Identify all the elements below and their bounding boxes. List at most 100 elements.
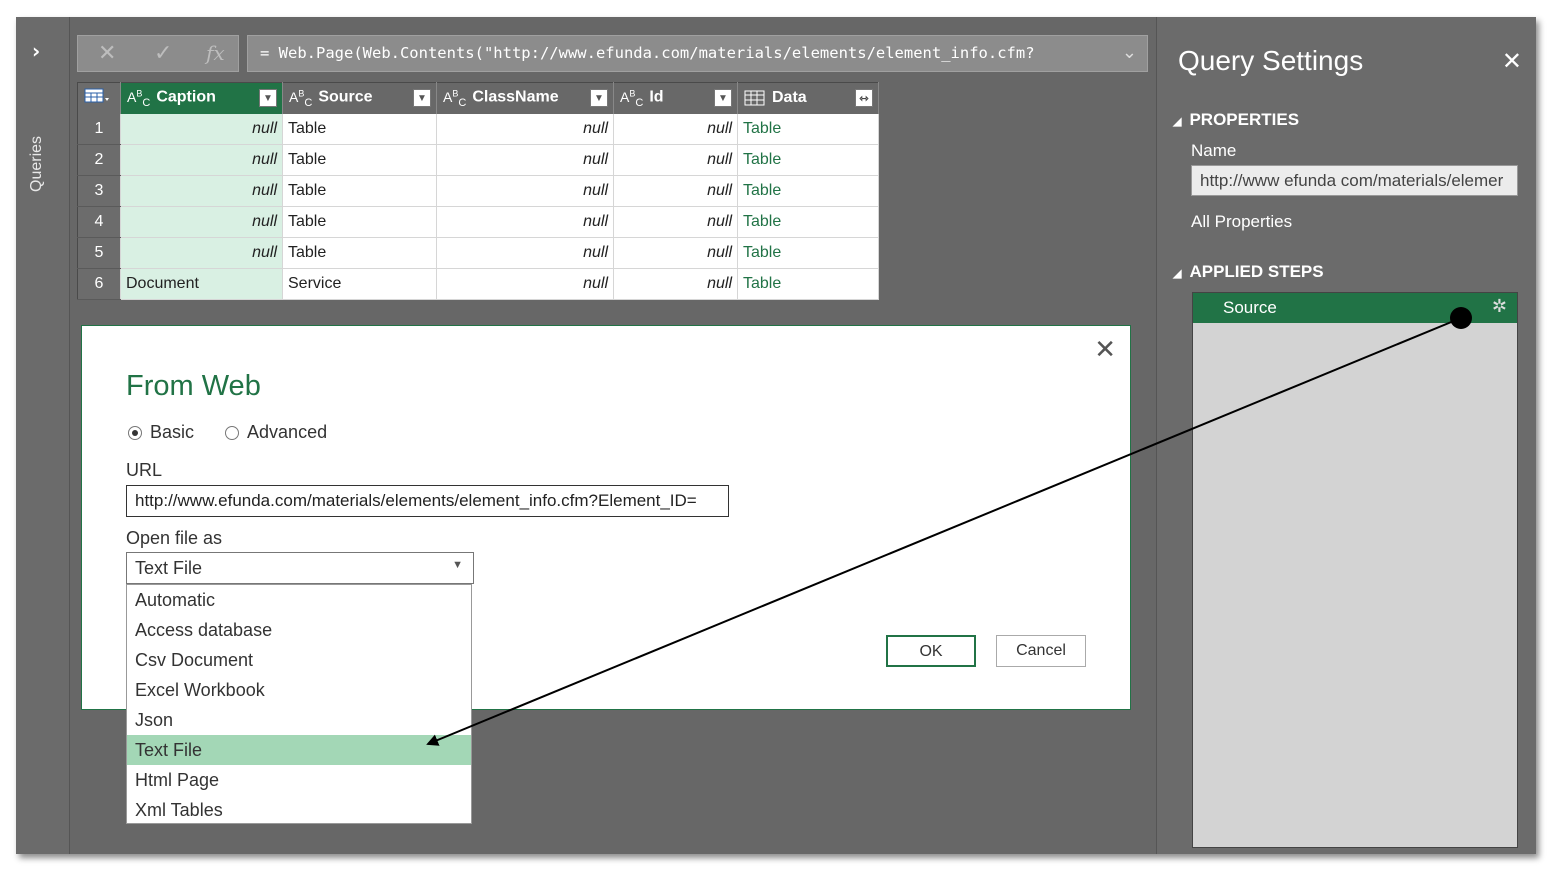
cell-data-link[interactable]: Table: [737, 206, 879, 238]
table-row[interactable]: 3 null Table null null Table: [77, 175, 879, 207]
option-xml-tables[interactable]: Xml Tables: [127, 795, 471, 825]
cell-source[interactable]: Table: [282, 237, 437, 269]
formula-buttons: ✕ ✓ fx: [77, 35, 239, 72]
option-automatic[interactable]: Automatic: [127, 585, 471, 615]
cell-classname[interactable]: null: [436, 113, 614, 145]
table-row[interactable]: 6 Document Service null null Table: [77, 268, 879, 300]
cell-id[interactable]: null: [613, 237, 738, 269]
collapse-triangle-icon[interactable]: ◢: [1173, 116, 1181, 128]
cell-classname[interactable]: null: [436, 144, 614, 176]
properties-section[interactable]: ◢ PROPERTIES: [1173, 110, 1299, 130]
cell-data-link[interactable]: Table: [737, 237, 879, 269]
row-number[interactable]: 2: [77, 144, 121, 176]
open-file-as-select[interactable]: Text File ▼: [126, 552, 474, 584]
row-number[interactable]: 3: [77, 175, 121, 207]
option-json[interactable]: Json: [127, 705, 471, 735]
commit-formula-icon[interactable]: ✓: [154, 41, 172, 66]
cell-classname[interactable]: null: [436, 175, 614, 207]
radio-advanced-label[interactable]: Advanced: [247, 422, 327, 442]
url-input[interactable]: http://www.efunda.com/materials/elements…: [126, 485, 729, 517]
table-row[interactable]: 4 null Table null null Table: [77, 206, 879, 238]
radio-advanced[interactable]: Advanced: [225, 422, 327, 442]
cell-data-link[interactable]: Table: [737, 144, 879, 176]
expand-queries-chevron-icon[interactable]: ›: [32, 39, 40, 63]
column-header-data[interactable]: Data ⇿: [737, 82, 879, 114]
row-number[interactable]: 5: [77, 237, 121, 269]
column-name: Data: [772, 89, 807, 107]
column-header-source[interactable]: ABC Source ▼: [282, 82, 437, 114]
cell-source[interactable]: Table: [282, 113, 437, 145]
option-html-page[interactable]: Html Page: [127, 765, 471, 795]
text-type-icon[interactable]: ABC: [620, 88, 643, 108]
column-name: ClassName: [472, 88, 559, 106]
fx-icon[interactable]: fx: [206, 41, 225, 65]
option-text-file[interactable]: Text File: [127, 735, 471, 765]
cell-caption[interactable]: null: [120, 113, 283, 145]
text-type-icon[interactable]: ABC: [289, 88, 312, 108]
radio-selected-icon[interactable]: [128, 426, 142, 441]
filter-dropdown-icon[interactable]: ▼: [714, 89, 732, 107]
cell-caption[interactable]: null: [120, 175, 283, 207]
formula-text[interactable]: = Web.Page(Web.Contents("http://www.efun…: [260, 44, 1035, 62]
cell-data-link[interactable]: Table: [737, 268, 879, 300]
text-type-icon[interactable]: ABC: [127, 88, 150, 108]
column-header-classname[interactable]: ABC ClassName ▼: [436, 82, 614, 114]
radio-unselected-icon[interactable]: [225, 426, 240, 441]
column-header-caption[interactable]: ABC Caption ▼: [120, 82, 283, 114]
option-excel-workbook[interactable]: Excel Workbook: [127, 675, 471, 705]
cell-source[interactable]: Table: [282, 206, 437, 238]
expand-formula-chevron-icon[interactable]: ⌄: [1122, 42, 1137, 63]
gear-icon[interactable]: ✲: [1492, 296, 1507, 317]
step-source[interactable]: Source ✲: [1193, 293, 1517, 323]
queries-pane-label[interactable]: Queries: [28, 122, 52, 192]
column-name: Source: [318, 88, 373, 106]
filter-dropdown-icon[interactable]: ▼: [590, 89, 608, 107]
row-number[interactable]: 1: [77, 113, 121, 145]
cell-data-link[interactable]: Table: [737, 175, 879, 207]
row-number[interactable]: 6: [77, 268, 121, 300]
query-name-input[interactable]: http://www efunda com/materials/elemer: [1191, 165, 1518, 196]
table-row[interactable]: 1 null Table null null Table: [77, 113, 879, 145]
cell-id[interactable]: null: [613, 175, 738, 207]
cell-id[interactable]: null: [613, 113, 738, 145]
cell-caption[interactable]: null: [120, 144, 283, 176]
cell-source[interactable]: Table: [282, 144, 437, 176]
option-access-database[interactable]: Access database: [127, 615, 471, 645]
collapse-triangle-icon[interactable]: ◢: [1173, 268, 1181, 280]
cell-classname[interactable]: null: [436, 206, 614, 238]
cancel-formula-icon[interactable]: ✕: [98, 41, 116, 66]
filter-dropdown-icon[interactable]: ▼: [259, 89, 277, 107]
formula-bar[interactable]: = Web.Page(Web.Contents("http://www.efun…: [247, 35, 1148, 72]
dropdown-arrow-icon[interactable]: ▼: [452, 559, 463, 571]
cell-id[interactable]: null: [613, 206, 738, 238]
query-settings-title: Query Settings: [1178, 45, 1364, 76]
cell-classname[interactable]: null: [436, 268, 614, 300]
table-row[interactable]: 2 null Table null null Table: [77, 144, 879, 176]
column-header-id[interactable]: ABC Id ▼: [613, 82, 738, 114]
cell-source[interactable]: Service: [282, 268, 437, 300]
close-icon[interactable]: ✕: [1094, 334, 1116, 365]
close-icon[interactable]: ✕: [1502, 47, 1522, 76]
expand-column-icon[interactable]: ⇿: [855, 89, 873, 107]
table-row[interactable]: 5 null Table null null Table: [77, 237, 879, 269]
row-number[interactable]: 4: [77, 206, 121, 238]
table-type-icon[interactable]: [744, 90, 766, 106]
cell-caption[interactable]: Document: [120, 268, 283, 300]
cell-caption[interactable]: null: [120, 237, 283, 269]
cell-id[interactable]: null: [613, 144, 738, 176]
table-options-icon[interactable]: [77, 82, 121, 114]
cell-source[interactable]: Table: [282, 175, 437, 207]
option-csv-document[interactable]: Csv Document: [127, 645, 471, 675]
radio-basic-label[interactable]: Basic: [150, 422, 194, 442]
cell-id[interactable]: null: [613, 268, 738, 300]
cell-caption[interactable]: null: [120, 206, 283, 238]
ok-button[interactable]: OK: [886, 635, 976, 667]
cell-classname[interactable]: null: [436, 237, 614, 269]
text-type-icon[interactable]: ABC: [443, 88, 466, 108]
all-properties-link[interactable]: All Properties: [1191, 212, 1292, 232]
radio-basic[interactable]: Basic: [128, 422, 194, 442]
filter-dropdown-icon[interactable]: ▼: [413, 89, 431, 107]
applied-steps-section[interactable]: ◢ APPLIED STEPS: [1173, 262, 1324, 282]
cancel-button[interactable]: Cancel: [996, 635, 1086, 667]
cell-data-link[interactable]: Table: [737, 113, 879, 145]
